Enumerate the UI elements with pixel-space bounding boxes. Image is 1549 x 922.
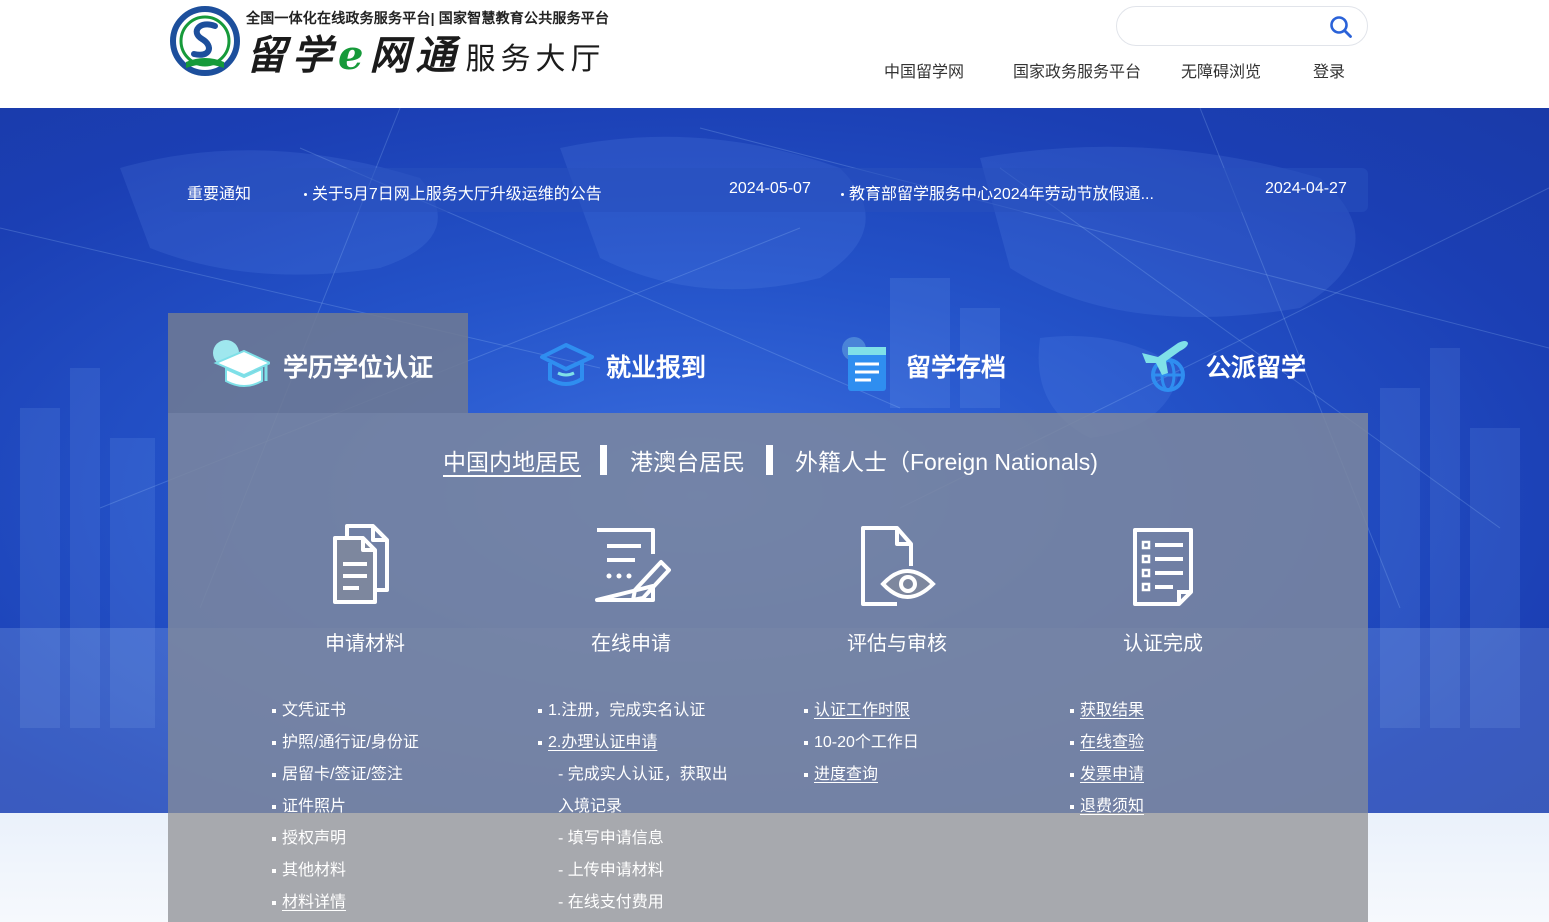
- subtab-divider: [766, 445, 773, 475]
- step-label: 认证完成: [1123, 633, 1203, 655]
- mortarboard-outline-icon: [540, 343, 594, 386]
- list-item: 10-20个工作日: [814, 732, 919, 754]
- nav-link-study-abroad-network[interactable]: 中国留学网: [884, 58, 964, 82]
- apply-certification-link[interactable]: 2.办理认证申请: [548, 732, 657, 754]
- list-item: - 在线支付费用: [558, 894, 664, 911]
- progress-query-link[interactable]: 进度查询: [814, 764, 878, 786]
- list-item: 1.注册，完成实名认证: [548, 700, 705, 722]
- checklist-icon: [1133, 528, 1193, 606]
- tab-label: 就业报到: [606, 354, 707, 382]
- list-item: - 填写申请信息: [558, 830, 664, 847]
- logo-title-e: e: [338, 32, 370, 79]
- subtab-mainland-residents[interactable]: 中国内地居民: [443, 443, 581, 477]
- list-item[interactable]: 护照/通行证/身份证: [282, 732, 419, 754]
- graduation-cap-icon: [213, 340, 270, 387]
- notice-item-title: 教育部留学服务中心2024年劳动节放假通...: [849, 186, 1154, 203]
- notice-item-link[interactable]: 教育部留学服务中心2024年劳动节放假通...: [841, 180, 1154, 204]
- refund-notice-link[interactable]: 退费须知: [1080, 796, 1144, 818]
- search-icon[interactable]: [1329, 15, 1353, 39]
- list-item: 入境记录: [558, 798, 623, 815]
- step-certification-complete: 认证完成: [1073, 520, 1253, 660]
- notice-item-title: 关于5月7日网上服务大厅升级运维的公告: [312, 186, 602, 203]
- tab-label: 学历学位认证: [283, 354, 434, 382]
- logo-emblem-icon: [170, 6, 240, 76]
- search-box: [1116, 6, 1368, 46]
- tab-government-sponsored-study[interactable]: 公派留学: [1068, 313, 1368, 413]
- notice-item-link[interactable]: 关于5月7日网上服务大厅升级运维的公告: [304, 180, 602, 204]
- tab-degree-verification[interactable]: 学历学位认证: [168, 313, 468, 413]
- tab-label: 公派留学: [1206, 354, 1307, 382]
- logo-title-part-2: 网通: [369, 32, 462, 79]
- tab-label: 留学存档: [906, 354, 1007, 382]
- site-logo[interactable]: 全国一体化在线政务服务平台| 国家智慧教育公共服务平台 留学e网通 服务大厅: [170, 6, 640, 80]
- list-item[interactable]: 证件照片: [282, 796, 346, 818]
- documents-icon: [333, 524, 389, 604]
- list-item[interactable]: 其他材料: [282, 860, 346, 882]
- nav-link-gov-service-platform[interactable]: 国家政务服务平台: [1013, 58, 1141, 82]
- tab-employment-report[interactable]: 就业报到: [468, 313, 768, 413]
- get-result-link[interactable]: 获取结果: [1080, 700, 1144, 722]
- list-item[interactable]: 文凭证书: [282, 700, 346, 722]
- step-label: 在线申请: [591, 633, 671, 655]
- notice-bar: 重要通知 关于5月7日网上服务大厅升级运维的公告 2024-05-07 教育部留…: [170, 168, 1368, 212]
- invoice-request-link[interactable]: 发票申请: [1080, 764, 1144, 786]
- list-item: - 上传申请材料: [558, 862, 664, 879]
- service-panel-bottom: [168, 813, 1368, 922]
- list-item[interactable]: 居留卡/签证/签注: [282, 764, 403, 786]
- notice-label: 重要通知: [187, 186, 252, 203]
- logo-title-part-1: 留学: [246, 32, 338, 79]
- tab-study-abroad-archive[interactable]: 留学存档: [768, 313, 1068, 413]
- subtab-foreign-nationals[interactable]: 外籍人士（Foreign Nationals): [795, 443, 1098, 477]
- work-time-limit-link[interactable]: 认证工作时限: [814, 700, 910, 722]
- logo-subtitle: 服务大厅: [465, 43, 606, 76]
- edit-form-icon: [595, 528, 671, 602]
- nav-link-accessibility[interactable]: 无障碍浏览: [1181, 58, 1261, 82]
- nav-link-login[interactable]: 登录: [1313, 58, 1345, 82]
- plane-globe-icon: [1142, 341, 1188, 392]
- subtab-hk-macao-taiwan[interactable]: 港澳台居民: [630, 443, 745, 477]
- materials-detail-link[interactable]: 材料详情: [282, 892, 346, 914]
- search-input[interactable]: [1133, 15, 1323, 39]
- archive-file-icon: [842, 337, 886, 391]
- notice-item-date: 2024-05-07: [729, 180, 811, 197]
- apply-certification-text: 2.办理认证申请: [548, 734, 658, 751]
- logo-title: 留学e网通 服务大厅: [246, 34, 605, 87]
- list-item: - 完成实人认证，获取出: [558, 766, 728, 783]
- step-application-materials: 申请材料: [275, 520, 455, 660]
- step-label: 评估与审核: [847, 633, 947, 655]
- bullet-dot-icon: [304, 193, 307, 197]
- notice-item-date: 2024-04-27: [1265, 180, 1347, 197]
- subtab-divider: [600, 445, 607, 475]
- review-eye-icon: [861, 526, 936, 606]
- online-verify-link[interactable]: 在线查验: [1080, 732, 1144, 754]
- site-header: 全国一体化在线政务服务平台| 国家智慧教育公共服务平台 留学e网通 服务大厅 中国…: [0, 0, 1549, 108]
- list-item[interactable]: 授权声明: [282, 828, 346, 850]
- step-online-application: 在线申请: [541, 520, 721, 660]
- bullet-dot-icon: [841, 193, 844, 197]
- logo-tagline: 全国一体化在线政务服务平台| 国家智慧教育公共服务平台: [246, 10, 610, 26]
- step-label: 申请材料: [325, 633, 405, 655]
- step-evaluation-review: 评估与审核: [807, 520, 987, 660]
